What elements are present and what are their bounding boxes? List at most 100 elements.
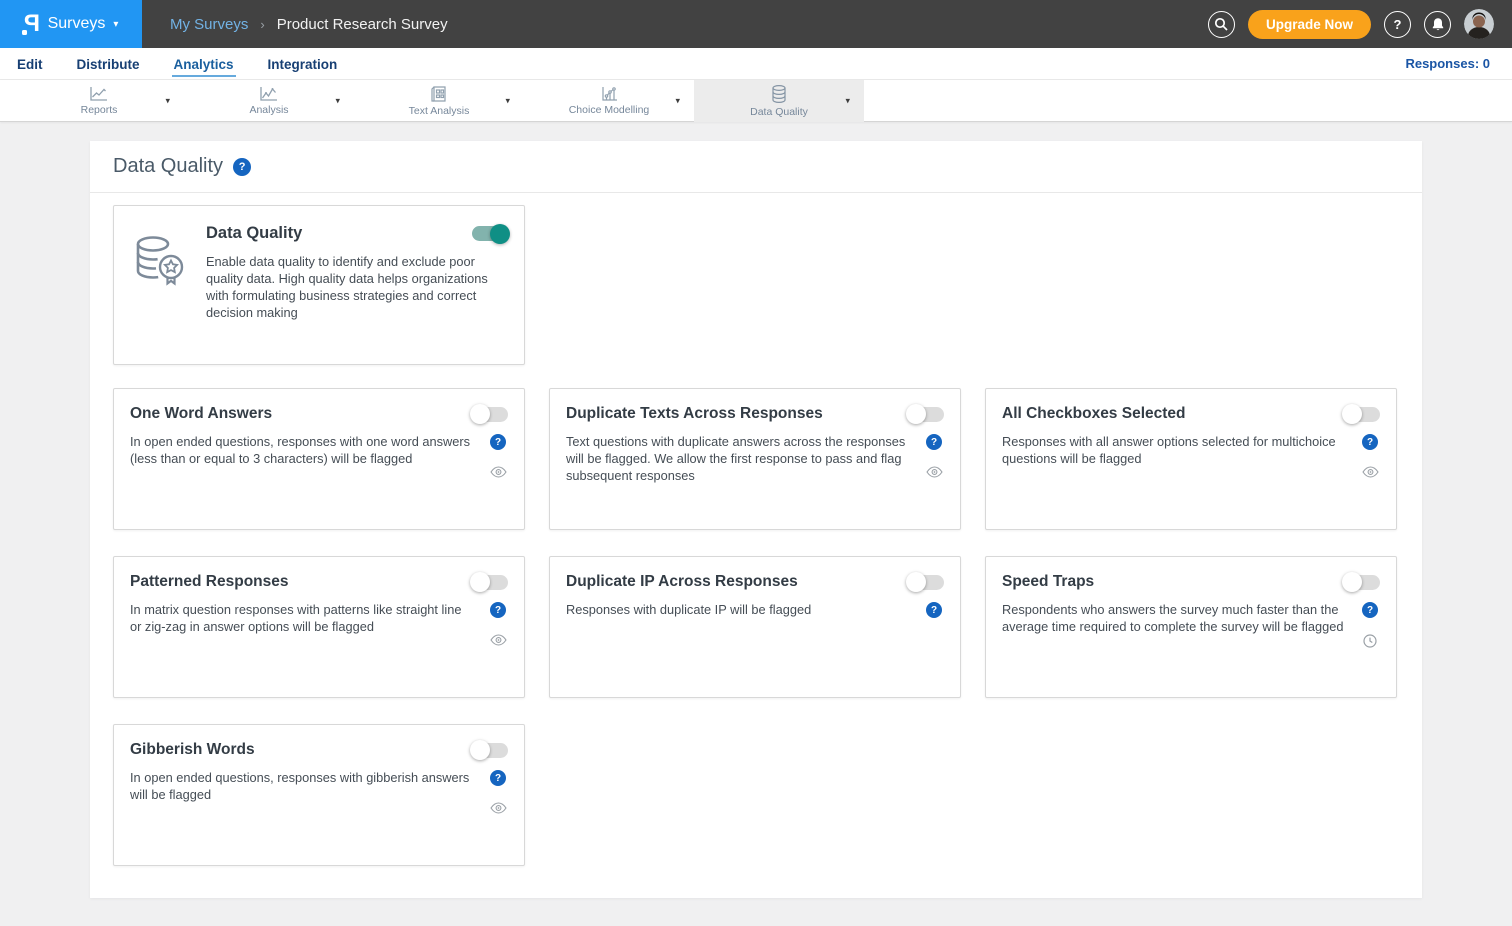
card-description: Respondents who answers the survey much … [1002,601,1360,683]
app-window: P Surveys ▾ My Surveys › Product Researc… [0,0,1512,926]
panel-body: Data Quality Enable data quality to iden… [90,193,1422,866]
topbar-actions: Upgrade Now ? [1208,9,1512,39]
page-title: Data Quality [113,155,223,178]
quality-check-card: One Word Answers In open ended questions… [113,388,525,530]
responses-count: Responses: 0 [1405,56,1512,71]
help-icon[interactable]: ? [1362,434,1378,450]
analytics-toolbar: Reports ▾ Analysis ▾ Text Analysis ▾ Cho… [0,80,1512,122]
document-grid-icon [430,85,448,103]
survey-nav-tabs: Edit Distribute Analytics Integration Re… [0,48,1512,80]
toggle-knob [1342,404,1362,424]
card-icon-rail: ? [1360,433,1380,515]
help-icon[interactable]: ? [490,602,506,618]
card-description: Responses with all answer options select… [1002,433,1360,515]
card-title: Duplicate Texts Across Responses [566,405,823,423]
product-menu-label: Surveys [48,15,106,33]
quality-check-card: Speed Traps Respondents who answers the … [985,556,1397,698]
toggle-knob [1342,572,1362,592]
feature-toggle[interactable] [908,575,944,590]
chevron-down-icon: ▾ [113,19,118,30]
toggle-knob [906,572,926,592]
card-title: Data Quality [206,224,302,243]
product-switcher[interactable]: P Surveys ▾ [0,0,142,48]
upgrade-now-button[interactable]: Upgrade Now [1248,10,1371,39]
card-icon-rail: ? [1360,601,1380,683]
breadcrumb: My Surveys › Product Research Survey [170,16,448,33]
tab-distribute[interactable]: Distribute [75,51,142,77]
feature-toggle[interactable] [472,407,508,422]
help-icon[interactable]: ? [1362,602,1378,618]
master-card-content: Data Quality Enable data quality to iden… [206,224,508,346]
toolbar-item-label: Text Analysis [409,105,470,117]
quality-checks-grid: One Word Answers In open ended questions… [113,388,1399,866]
feature-toggle[interactable] [908,407,944,422]
card-title: Speed Traps [1002,573,1094,591]
breadcrumb-my-surveys[interactable]: My Surveys [170,16,248,33]
search-button[interactable] [1208,11,1235,38]
quality-check-card: Patterned Responses In matrix question r… [113,556,525,698]
questionpro-logo-icon: P [24,12,40,36]
card-title: Gibberish Words [130,741,255,759]
line-chart-icon [89,86,109,102]
card-description: In open ended questions, responses with … [130,433,488,515]
card-icon-rail: ? [924,601,944,683]
card-icon-rail: ? [488,769,508,851]
toolbar-item-text-analysis[interactable]: Text Analysis ▾ [354,80,524,122]
data-quality-panel: Data Quality ? [90,141,1422,898]
card-description: Enable data quality to identify and excl… [206,253,508,321]
toolbar-item-label: Data Quality [750,106,808,118]
toggle-knob [470,740,490,760]
tab-analytics[interactable]: Analytics [172,51,236,77]
eye-icon[interactable] [490,802,507,814]
topbar: P Surveys ▾ My Surveys › Product Researc… [0,0,1512,48]
toolbar-item-label: Analysis [249,104,288,116]
card-title: Patterned Responses [130,573,289,591]
feature-toggle[interactable] [472,743,508,758]
chevron-down-icon: ▾ [505,96,510,107]
toolbar-item-label: Reports [81,104,118,116]
panel-header: Data Quality ? [90,141,1422,193]
trend-chart-icon [259,86,279,102]
chevron-down-icon: ▾ [675,96,680,107]
help-button[interactable]: ? [1384,11,1411,38]
chevron-down-icon: ▾ [165,96,170,107]
toolbar-item-label: Choice Modelling [569,104,650,116]
clock-icon[interactable] [1363,634,1377,648]
toolbar-item-reports[interactable]: Reports ▾ [14,80,184,122]
quality-check-card: All Checkboxes Selected Responses with a… [985,388,1397,530]
notifications-button[interactable] [1424,11,1451,38]
feature-toggle[interactable] [1344,575,1380,590]
tab-edit[interactable]: Edit [15,51,45,77]
eye-icon[interactable] [490,466,507,478]
card-title: Duplicate IP Across Responses [566,573,798,591]
bell-icon [1431,17,1445,32]
data-quality-master-card: Data Quality Enable data quality to iden… [113,205,525,365]
toolbar-item-analysis[interactable]: Analysis ▾ [184,80,354,122]
page-help-icon[interactable]: ? [233,158,251,176]
toggle-knob [906,404,926,424]
help-icon[interactable]: ? [926,602,942,618]
eye-icon[interactable] [926,466,943,478]
toggle-knob [470,572,490,592]
eye-icon[interactable] [1362,466,1379,478]
user-photo-icon [1464,9,1494,39]
tab-integration[interactable]: Integration [266,51,340,77]
database-award-icon [130,224,186,346]
card-description: Responses with duplicate IP will be flag… [566,601,924,683]
toolbar-item-data-quality[interactable]: Data Quality ▾ [694,80,864,122]
data-quality-toggle[interactable] [472,226,508,241]
question-mark-icon: ? [1394,17,1402,32]
search-icon [1214,17,1228,31]
toggle-knob [490,224,510,244]
avatar[interactable] [1464,9,1494,39]
card-description: In matrix question responses with patter… [130,601,488,683]
help-icon[interactable]: ? [490,434,506,450]
feature-toggle[interactable] [472,575,508,590]
toolbar-item-choice-modelling[interactable]: Choice Modelling ▾ [524,80,694,122]
eye-icon[interactable] [490,634,507,646]
chevron-down-icon: ▾ [335,96,340,107]
help-icon[interactable]: ? [490,770,506,786]
card-icon-rail: ? [488,433,508,515]
feature-toggle[interactable] [1344,407,1380,422]
help-icon[interactable]: ? [926,434,942,450]
